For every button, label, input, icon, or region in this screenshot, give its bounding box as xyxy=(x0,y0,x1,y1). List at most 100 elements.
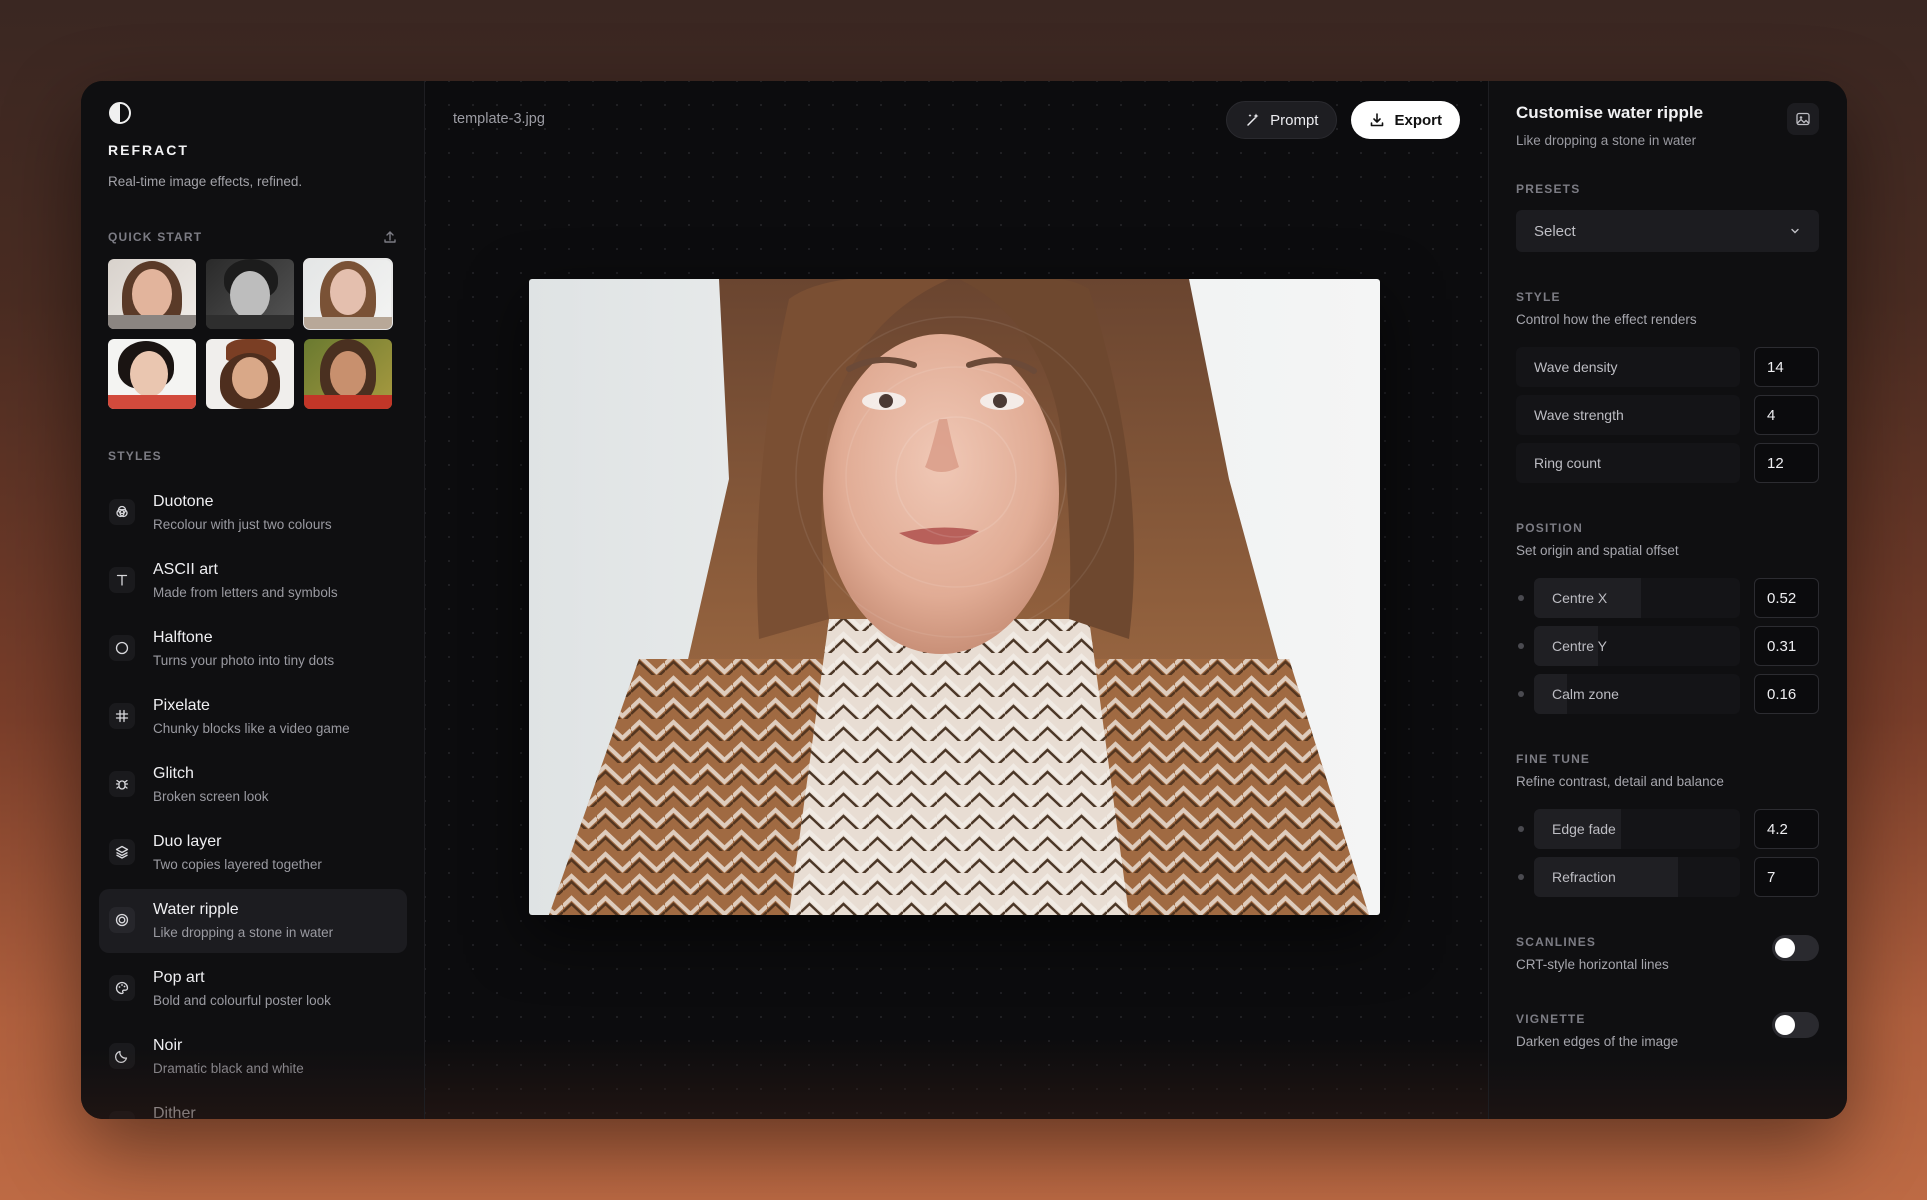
param-row-wave-density: Wave density 14 xyxy=(1516,347,1819,387)
thumbnail-5[interactable] xyxy=(206,339,294,409)
scanlines-label: SCANLINES xyxy=(1516,935,1597,949)
style-item-text: Dither xyxy=(153,1105,196,1119)
param-row-wave-strength: Wave strength 4 xyxy=(1516,395,1819,435)
thumbnail-6[interactable] xyxy=(304,339,392,409)
filename: template-3.jpg xyxy=(453,111,545,127)
scanlines-desc: CRT-style horizontal lines xyxy=(1516,957,1669,972)
param-value-input[interactable]: 0.31 xyxy=(1754,626,1819,666)
style-item-desc: Broken screen look xyxy=(153,789,269,804)
style-item-desc: Like dropping a stone in water xyxy=(153,925,334,940)
param-name: Centre Y xyxy=(1552,638,1607,654)
circle-icon xyxy=(109,635,135,661)
style-item-name: Duotone xyxy=(153,493,214,510)
style-item-desc: Turns your photo into tiny dots xyxy=(153,653,335,668)
style-item-name: Dither xyxy=(153,1105,196,1119)
half-circle-icon xyxy=(109,102,131,124)
param-value-input[interactable]: 7 xyxy=(1754,857,1819,897)
hash-grid-icon xyxy=(109,703,135,729)
upload-icon[interactable] xyxy=(382,229,398,245)
param-row-refraction: Refraction 7 xyxy=(1516,857,1819,897)
style-item-duo-layer[interactable]: Duo layer Two copies layered together xyxy=(99,821,407,885)
style-item-duotone[interactable]: Duotone Recolour with just two colours xyxy=(99,481,407,545)
style-item-desc: Chunky blocks like a video game xyxy=(153,721,350,736)
param-slider[interactable]: Wave density xyxy=(1516,347,1740,387)
position-section: POSITION Set origin and spatial offset C… xyxy=(1516,521,1819,714)
style-item-desc: Made from letters and symbols xyxy=(153,585,338,600)
style-item-text: Pop art Bold and colourful poster look xyxy=(153,969,331,1008)
thumbnail-3[interactable] xyxy=(303,258,393,330)
thumbnail-1[interactable] xyxy=(108,259,196,329)
chevron-down-icon xyxy=(1791,228,1799,234)
style-item-pop-art[interactable]: Pop art Bold and colourful poster look xyxy=(99,957,407,1021)
sparkle-wand-icon xyxy=(1247,113,1259,126)
style-item-desc: Bold and colourful poster look xyxy=(153,993,331,1008)
fine-tune-section-label: FINE TUNE xyxy=(1516,752,1591,766)
app-window: REFRACT Real-time image effects, refined… xyxy=(81,81,1847,1119)
param-row-centre-y: Centre Y 0.31 xyxy=(1516,626,1819,666)
prompt-button-label: Prompt xyxy=(1270,111,1319,129)
text-t-icon xyxy=(109,567,135,593)
style-item-text: Duo layer Two copies layered together xyxy=(153,833,322,872)
vignette-label: VIGNETTE xyxy=(1516,1012,1586,1026)
scanlines-toggle[interactable] xyxy=(1772,935,1819,961)
style-item-desc: Two copies layered together xyxy=(153,857,322,872)
position-section-label: POSITION xyxy=(1516,521,1583,535)
presets-select[interactable]: Select xyxy=(1516,210,1819,252)
param-slider[interactable]: Refraction xyxy=(1534,857,1740,897)
param-slider[interactable]: Edge fade xyxy=(1534,809,1740,849)
param-value-input[interactable]: 4.2 xyxy=(1754,809,1819,849)
style-section: STYLE Control how the effect renders Wav… xyxy=(1516,290,1819,483)
panel-header: Customise water ripple Like dropping a s… xyxy=(1516,103,1819,148)
style-params: Wave density 14 Wave strength 4 Ring count 12 xyxy=(1516,347,1819,483)
presets-label: PRESETS xyxy=(1516,182,1581,196)
param-name: Wave density xyxy=(1534,359,1618,375)
param-bullet-icon xyxy=(1518,595,1524,601)
param-name: Calm zone xyxy=(1552,686,1619,702)
param-slider[interactable]: Centre X xyxy=(1534,578,1740,618)
param-value-input[interactable]: 0.52 xyxy=(1754,578,1819,618)
moon-icon xyxy=(109,1043,135,1069)
param-value-input[interactable]: 4 xyxy=(1754,395,1819,435)
param-value-input[interactable]: 12 xyxy=(1754,443,1819,483)
settings-panel: Customise water ripple Like dropping a s… xyxy=(1488,81,1847,1119)
toggle-knob xyxy=(1775,1015,1795,1035)
thumbnail-2[interactable] xyxy=(206,259,294,329)
param-slider[interactable]: Ring count xyxy=(1516,443,1740,483)
param-name: Wave strength xyxy=(1534,407,1624,423)
style-item-name: Noir xyxy=(153,1037,183,1054)
fine-tune-params: Edge fade 4.2 Refraction 7 xyxy=(1516,809,1819,897)
presets-section: PRESETS Select xyxy=(1516,182,1819,252)
style-item-pixelate[interactable]: Pixelate Chunky blocks like a video game xyxy=(99,685,407,749)
param-row-edge-fade: Edge fade 4.2 xyxy=(1516,809,1819,849)
param-value-input[interactable]: 0.16 xyxy=(1754,674,1819,714)
style-item-glitch[interactable]: Glitch Broken screen look xyxy=(99,753,407,817)
style-item-dither[interactable]: Dither xyxy=(99,1093,407,1119)
prompt-button[interactable]: Prompt xyxy=(1226,101,1338,139)
app-title: REFRACT xyxy=(108,142,189,158)
quick-start-label: QUICK START xyxy=(108,230,203,244)
style-item-text: Water ripple Like dropping a stone in wat… xyxy=(153,901,333,940)
style-item-ascii-art[interactable]: ASCII art Made from letters and symbols xyxy=(99,549,407,613)
image-button[interactable] xyxy=(1787,103,1819,135)
style-item-water-ripple[interactable]: Water ripple Like dropping a stone in wat… xyxy=(99,889,407,953)
export-button[interactable]: Export xyxy=(1351,101,1460,139)
style-list: Duotone Recolour with just two colours ASC… xyxy=(99,481,407,1119)
vignette-toggle[interactable] xyxy=(1772,1012,1819,1038)
style-item-noir[interactable]: Noir Dramatic black and white xyxy=(99,1025,407,1089)
style-item-halftone[interactable]: Halftone Turns your photo into tiny dots xyxy=(99,617,407,681)
style-item-name: Glitch xyxy=(153,765,194,782)
param-slider[interactable]: Centre Y xyxy=(1534,626,1740,666)
param-value-input[interactable]: 14 xyxy=(1754,347,1819,387)
preview-image[interactable] xyxy=(529,279,1380,915)
style-item-name: Pop art xyxy=(153,969,205,986)
download-icon xyxy=(1371,113,1384,127)
style-item-text: ASCII art Made from letters and symbols xyxy=(153,561,338,600)
param-slider[interactable]: Calm zone xyxy=(1534,674,1740,714)
thumbnail-4[interactable] xyxy=(108,339,196,409)
position-params: Centre X 0.52 Centre Y 0.31 Calm zone 0.16 xyxy=(1516,578,1819,714)
panel-title: Customise water ripple xyxy=(1516,103,1704,122)
param-slider[interactable]: Wave strength xyxy=(1516,395,1740,435)
style-item-name: Pixelate xyxy=(153,697,210,714)
canvas-area: template-3.jpg Prompt Export xyxy=(425,81,1488,1119)
dither-icon xyxy=(109,1111,135,1119)
